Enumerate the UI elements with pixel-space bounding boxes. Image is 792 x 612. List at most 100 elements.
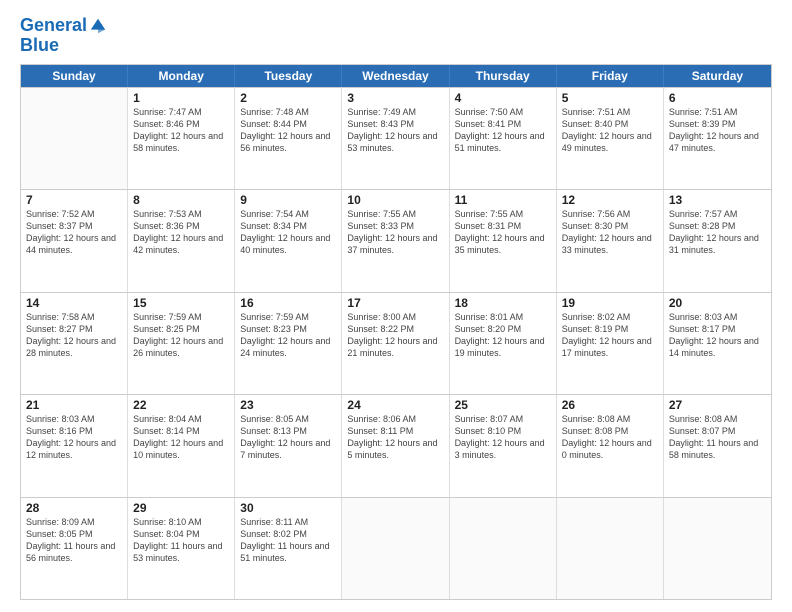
cell-info: Sunrise: 8:09 AMSunset: 8:05 PMDaylight:… <box>26 516 122 565</box>
cell-info: Sunrise: 8:00 AMSunset: 8:22 PMDaylight:… <box>347 311 443 360</box>
calendar-cell: 27Sunrise: 8:08 AMSunset: 8:07 PMDayligh… <box>664 395 771 496</box>
header: General Blue <box>20 16 772 56</box>
calendar-cell: 13Sunrise: 7:57 AMSunset: 8:28 PMDayligh… <box>664 190 771 291</box>
weekday-header: Saturday <box>664 65 771 87</box>
cell-day-number: 21 <box>26 398 122 412</box>
calendar-cell: 19Sunrise: 8:02 AMSunset: 8:19 PMDayligh… <box>557 293 664 394</box>
page: General Blue SundayMondayTuesdayWednesda… <box>0 0 792 612</box>
cell-day-number: 19 <box>562 296 658 310</box>
cell-info: Sunrise: 7:59 AMSunset: 8:25 PMDaylight:… <box>133 311 229 360</box>
cell-info: Sunrise: 8:08 AMSunset: 8:07 PMDaylight:… <box>669 413 766 462</box>
calendar-body: 1Sunrise: 7:47 AMSunset: 8:46 PMDaylight… <box>21 87 771 599</box>
cell-day-number: 1 <box>133 91 229 105</box>
calendar-cell: 26Sunrise: 8:08 AMSunset: 8:08 PMDayligh… <box>557 395 664 496</box>
cell-info: Sunrise: 7:58 AMSunset: 8:27 PMDaylight:… <box>26 311 122 360</box>
calendar-cell: 4Sunrise: 7:50 AMSunset: 8:41 PMDaylight… <box>450 88 557 189</box>
calendar-cell: 16Sunrise: 7:59 AMSunset: 8:23 PMDayligh… <box>235 293 342 394</box>
calendar-cell: 17Sunrise: 8:00 AMSunset: 8:22 PMDayligh… <box>342 293 449 394</box>
cell-info: Sunrise: 7:57 AMSunset: 8:28 PMDaylight:… <box>669 208 766 257</box>
cell-day-number: 29 <box>133 501 229 515</box>
calendar-cell: 23Sunrise: 8:05 AMSunset: 8:13 PMDayligh… <box>235 395 342 496</box>
cell-info: Sunrise: 8:02 AMSunset: 8:19 PMDaylight:… <box>562 311 658 360</box>
cell-info: Sunrise: 7:55 AMSunset: 8:31 PMDaylight:… <box>455 208 551 257</box>
logo-text: General <box>20 16 87 36</box>
calendar-row: 1Sunrise: 7:47 AMSunset: 8:46 PMDaylight… <box>21 87 771 189</box>
calendar-cell: 25Sunrise: 8:07 AMSunset: 8:10 PMDayligh… <box>450 395 557 496</box>
cell-info: Sunrise: 7:54 AMSunset: 8:34 PMDaylight:… <box>240 208 336 257</box>
calendar-cell: 7Sunrise: 7:52 AMSunset: 8:37 PMDaylight… <box>21 190 128 291</box>
calendar: SundayMondayTuesdayWednesdayThursdayFrid… <box>20 64 772 600</box>
cell-day-number: 13 <box>669 193 766 207</box>
calendar-cell: 21Sunrise: 8:03 AMSunset: 8:16 PMDayligh… <box>21 395 128 496</box>
calendar-cell <box>21 88 128 189</box>
logo-icon <box>89 17 107 35</box>
cell-day-number: 20 <box>669 296 766 310</box>
cell-day-number: 25 <box>455 398 551 412</box>
calendar-cell <box>342 498 449 599</box>
cell-info: Sunrise: 7:48 AMSunset: 8:44 PMDaylight:… <box>240 106 336 155</box>
calendar-cell: 20Sunrise: 8:03 AMSunset: 8:17 PMDayligh… <box>664 293 771 394</box>
weekday-header: Sunday <box>21 65 128 87</box>
calendar-cell: 2Sunrise: 7:48 AMSunset: 8:44 PMDaylight… <box>235 88 342 189</box>
calendar-row: 21Sunrise: 8:03 AMSunset: 8:16 PMDayligh… <box>21 394 771 496</box>
cell-info: Sunrise: 8:08 AMSunset: 8:08 PMDaylight:… <box>562 413 658 462</box>
cell-info: Sunrise: 8:11 AMSunset: 8:02 PMDaylight:… <box>240 516 336 565</box>
cell-info: Sunrise: 7:59 AMSunset: 8:23 PMDaylight:… <box>240 311 336 360</box>
cell-info: Sunrise: 7:47 AMSunset: 8:46 PMDaylight:… <box>133 106 229 155</box>
logo-blue: Blue <box>20 36 107 56</box>
cell-day-number: 16 <box>240 296 336 310</box>
cell-day-number: 17 <box>347 296 443 310</box>
cell-day-number: 23 <box>240 398 336 412</box>
calendar-cell <box>664 498 771 599</box>
calendar-cell: 18Sunrise: 8:01 AMSunset: 8:20 PMDayligh… <box>450 293 557 394</box>
cell-day-number: 14 <box>26 296 122 310</box>
cell-day-number: 30 <box>240 501 336 515</box>
cell-info: Sunrise: 7:52 AMSunset: 8:37 PMDaylight:… <box>26 208 122 257</box>
cell-info: Sunrise: 8:10 AMSunset: 8:04 PMDaylight:… <box>133 516 229 565</box>
cell-day-number: 6 <box>669 91 766 105</box>
calendar-cell: 22Sunrise: 8:04 AMSunset: 8:14 PMDayligh… <box>128 395 235 496</box>
cell-info: Sunrise: 8:03 AMSunset: 8:17 PMDaylight:… <box>669 311 766 360</box>
cell-day-number: 5 <box>562 91 658 105</box>
cell-info: Sunrise: 8:01 AMSunset: 8:20 PMDaylight:… <box>455 311 551 360</box>
cell-info: Sunrise: 8:07 AMSunset: 8:10 PMDaylight:… <box>455 413 551 462</box>
cell-day-number: 2 <box>240 91 336 105</box>
calendar-cell: 1Sunrise: 7:47 AMSunset: 8:46 PMDaylight… <box>128 88 235 189</box>
calendar-header: SundayMondayTuesdayWednesdayThursdayFrid… <box>21 65 771 87</box>
calendar-cell: 8Sunrise: 7:53 AMSunset: 8:36 PMDaylight… <box>128 190 235 291</box>
cell-info: Sunrise: 7:53 AMSunset: 8:36 PMDaylight:… <box>133 208 229 257</box>
cell-info: Sunrise: 7:50 AMSunset: 8:41 PMDaylight:… <box>455 106 551 155</box>
calendar-cell: 24Sunrise: 8:06 AMSunset: 8:11 PMDayligh… <box>342 395 449 496</box>
cell-day-number: 15 <box>133 296 229 310</box>
calendar-cell: 28Sunrise: 8:09 AMSunset: 8:05 PMDayligh… <box>21 498 128 599</box>
weekday-header: Tuesday <box>235 65 342 87</box>
weekday-header: Monday <box>128 65 235 87</box>
cell-day-number: 24 <box>347 398 443 412</box>
cell-info: Sunrise: 7:51 AMSunset: 8:40 PMDaylight:… <box>562 106 658 155</box>
calendar-cell: 10Sunrise: 7:55 AMSunset: 8:33 PMDayligh… <box>342 190 449 291</box>
logo: General Blue <box>20 16 107 56</box>
cell-day-number: 27 <box>669 398 766 412</box>
cell-info: Sunrise: 7:51 AMSunset: 8:39 PMDaylight:… <box>669 106 766 155</box>
calendar-cell: 11Sunrise: 7:55 AMSunset: 8:31 PMDayligh… <box>450 190 557 291</box>
cell-day-number: 10 <box>347 193 443 207</box>
cell-day-number: 7 <box>26 193 122 207</box>
calendar-cell: 9Sunrise: 7:54 AMSunset: 8:34 PMDaylight… <box>235 190 342 291</box>
calendar-cell <box>557 498 664 599</box>
calendar-row: 14Sunrise: 7:58 AMSunset: 8:27 PMDayligh… <box>21 292 771 394</box>
weekday-header: Thursday <box>450 65 557 87</box>
cell-day-number: 9 <box>240 193 336 207</box>
cell-info: Sunrise: 7:49 AMSunset: 8:43 PMDaylight:… <box>347 106 443 155</box>
cell-day-number: 8 <box>133 193 229 207</box>
calendar-cell: 14Sunrise: 7:58 AMSunset: 8:27 PMDayligh… <box>21 293 128 394</box>
cell-day-number: 18 <box>455 296 551 310</box>
cell-day-number: 11 <box>455 193 551 207</box>
calendar-cell: 3Sunrise: 7:49 AMSunset: 8:43 PMDaylight… <box>342 88 449 189</box>
cell-info: Sunrise: 8:04 AMSunset: 8:14 PMDaylight:… <box>133 413 229 462</box>
cell-day-number: 12 <box>562 193 658 207</box>
calendar-cell: 12Sunrise: 7:56 AMSunset: 8:30 PMDayligh… <box>557 190 664 291</box>
calendar-row: 28Sunrise: 8:09 AMSunset: 8:05 PMDayligh… <box>21 497 771 599</box>
cell-day-number: 4 <box>455 91 551 105</box>
cell-info: Sunrise: 7:55 AMSunset: 8:33 PMDaylight:… <box>347 208 443 257</box>
cell-info: Sunrise: 8:05 AMSunset: 8:13 PMDaylight:… <box>240 413 336 462</box>
